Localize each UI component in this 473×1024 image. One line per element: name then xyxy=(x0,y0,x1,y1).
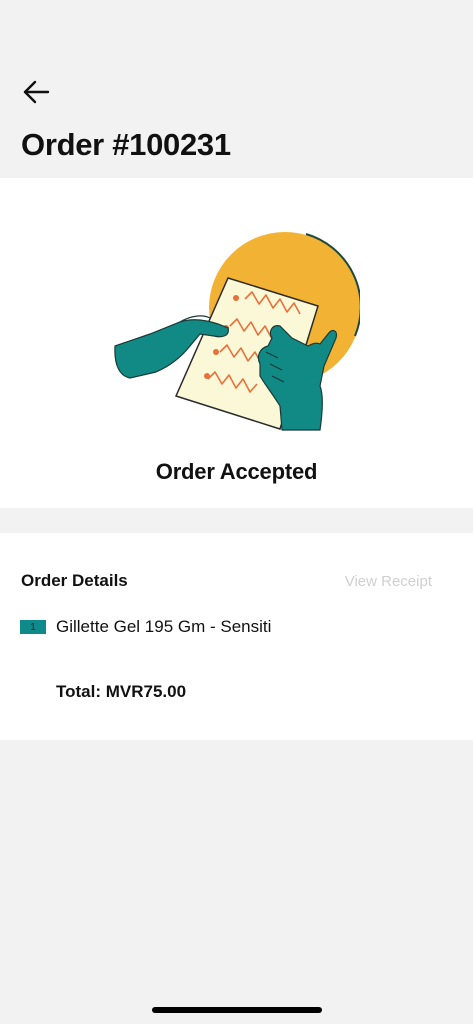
order-status-card: Order Accepted xyxy=(0,178,473,508)
back-button[interactable] xyxy=(18,74,54,110)
view-receipt-link[interactable]: View Receipt xyxy=(345,573,432,590)
order-item-row: 1 Gillette Gel 195 Gm - Sensiti xyxy=(20,617,271,637)
item-quantity-badge: 1 xyxy=(20,620,46,634)
order-screen: Order #100231 Order Accepted Order Detai… xyxy=(0,0,473,1024)
header: Order #100231 xyxy=(0,0,473,178)
arrow-left-icon xyxy=(23,80,50,104)
order-details-title: Order Details xyxy=(21,571,128,590)
item-name: Gillette Gel 195 Gm - Sensiti xyxy=(56,617,272,636)
page-title: Order #100231 xyxy=(21,127,231,162)
order-accepted-illustration xyxy=(114,232,360,431)
order-total: Total: MVR75.00 xyxy=(56,682,187,701)
order-details-card: Order Details View Receipt 1 Gillette Ge… xyxy=(0,533,473,740)
home-indicator[interactable] xyxy=(152,1007,322,1013)
order-status-text: Order Accepted xyxy=(155,459,318,484)
